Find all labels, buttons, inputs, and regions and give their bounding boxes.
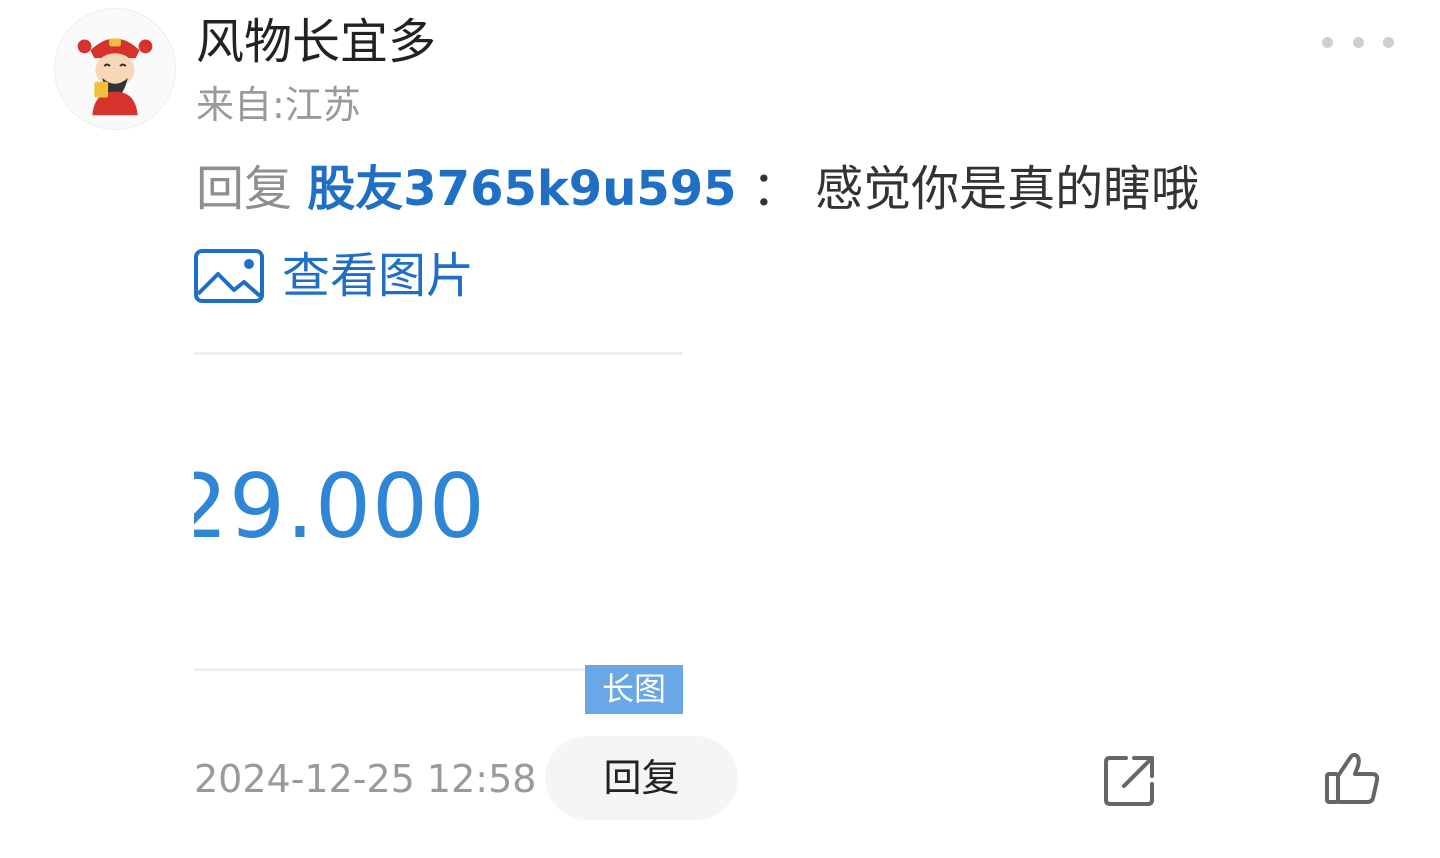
image-icon (194, 249, 264, 303)
comment-page: 风物长宜多 来自:江苏 回复 股友3765k9u595 ： 感觉你是真的瞎哦 查… (0, 0, 1440, 858)
reply-separator: ： (751, 161, 800, 217)
comment-content: 回复 股友3765k9u595 ： 感觉你是真的瞎哦 (196, 158, 1199, 220)
thumbnail-divider (194, 668, 586, 671)
more-dots-icon (1352, 36, 1364, 48)
reply-prefix: 回复 (196, 161, 293, 217)
more-button[interactable] (1322, 26, 1394, 58)
location-label: 来自:江苏 (196, 83, 361, 127)
view-image-label: 查看图片 (282, 248, 475, 304)
username[interactable]: 风物长宜多 (196, 14, 436, 70)
share-button[interactable] (1100, 750, 1160, 810)
thumbnail-divider (194, 352, 683, 355)
share-icon (1104, 756, 1154, 806)
more-dots-icon (1383, 36, 1394, 48)
more-dots-icon (1322, 36, 1333, 48)
reply-target-user-link[interactable]: 股友3765k9u595 (307, 161, 736, 217)
thumbnail-number-text: 29.000 (194, 455, 486, 558)
caishen-avatar-icon (55, 9, 175, 129)
like-button[interactable] (1322, 748, 1382, 808)
thumbs-up-icon (1325, 752, 1380, 804)
avatar[interactable] (54, 8, 176, 130)
long-image-badge: 长图 (585, 665, 683, 714)
reply-button[interactable]: 回复 (545, 736, 738, 820)
timestamp: 2024-12-25 12:58 (194, 757, 537, 801)
reply-text: 感觉你是真的瞎哦 (815, 161, 1200, 217)
view-image-link[interactable]: 查看图片 (194, 246, 474, 306)
image-thumbnail[interactable]: 29.000 长图 (194, 352, 683, 714)
